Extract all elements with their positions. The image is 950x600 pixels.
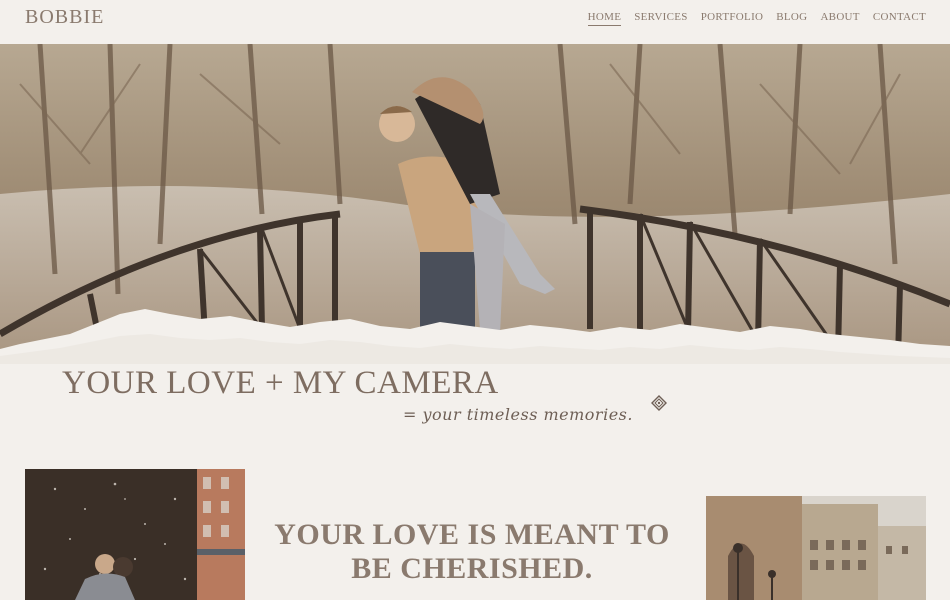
photo-couple-snow [25,469,245,600]
section-heading: YOUR LOVE IS MEANT TO BE CHERISHED. [268,518,676,586]
main-nav: HOME SERVICES PORTFOLIO BLOG ABOUT CONTA… [575,11,926,26]
section-heading-line2: BE CHERISHED. [351,552,593,585]
brand-logo[interactable]: BOBBIE [25,6,104,29]
section-heading-line1: YOUR LOVE IS MEANT TO [274,518,670,551]
site-header: BOBBIE HOME SERVICES PORTFOLIO BLOG ABOU… [0,0,950,44]
nav-blog[interactable]: BLOG [776,11,807,26]
nav-contact[interactable]: CONTACT [873,11,926,26]
diamond-ornament-icon [651,395,667,411]
hero-image [0,44,950,364]
hero-subtagline: = your timeless memories. [403,405,633,424]
hero-tagline: YOUR LOVE + MY CAMERA [62,365,499,401]
nav-portfolio[interactable]: PORTFOLIO [701,11,764,26]
nav-about[interactable]: ABOUT [820,11,859,26]
nav-services[interactable]: SERVICES [634,11,687,26]
photo-city-buildings [706,496,926,600]
nav-home[interactable]: HOME [587,11,622,26]
